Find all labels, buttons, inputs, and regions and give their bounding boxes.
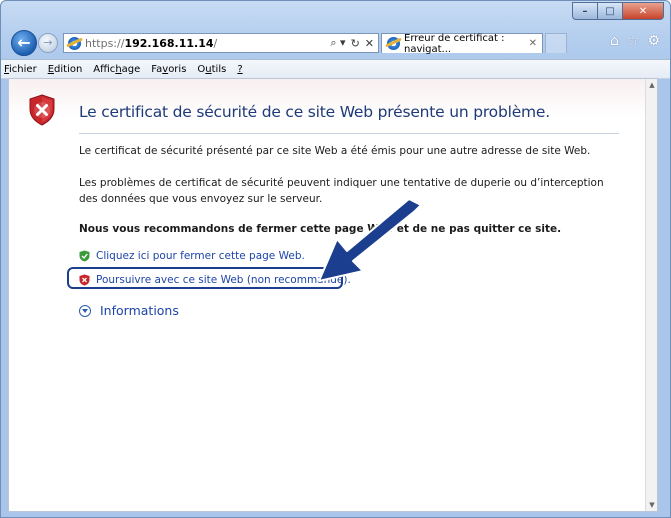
shield-ok-icon: [79, 250, 90, 262]
shield-warning-icon: [79, 274, 90, 286]
navigation-bar: ← → https://192.168.11.14/ ⌕ ▾ ↻ ✕ Erreu…: [1, 23, 670, 59]
minimize-button[interactable]: –: [572, 2, 598, 20]
menu-edition[interactable]: Edition: [43, 64, 89, 75]
error-description: Le certificat de sécurité présenté par c…: [79, 145, 591, 157]
tab-close-icon[interactable]: ✕: [529, 38, 537, 49]
forward-button[interactable]: →: [38, 33, 58, 53]
favorites-star-icon[interactable]: ☆: [627, 33, 640, 49]
toolbar-icons: ⌂ ☆ ⚙: [610, 33, 660, 49]
address-bar[interactable]: https://192.168.11.14/ ⌕ ▾ ↻ ✕: [63, 33, 379, 53]
vertical-scrollbar[interactable]: ▲ ▼: [645, 79, 657, 511]
menu-outils[interactable]: Outils: [192, 64, 232, 75]
back-button[interactable]: ←: [11, 30, 37, 56]
tab-certificate-error[interactable]: Erreur de certificat : navigat... ✕: [381, 32, 543, 55]
divider: [79, 133, 619, 134]
informations-expander[interactable]: Informations: [79, 303, 179, 318]
home-icon[interactable]: ⌂: [610, 33, 619, 49]
new-tab-button[interactable]: [545, 33, 567, 53]
menu-favoris[interactable]: Favoris: [146, 64, 192, 75]
page-content: Le certificat de sécurité de ce site Web…: [8, 78, 658, 512]
tab-title: Erreur de certificat : navigat...: [404, 32, 505, 55]
gear-icon[interactable]: ⚙: [647, 33, 660, 49]
ie-page-icon: [68, 36, 81, 50]
close-window-button[interactable]: ✕: [623, 2, 664, 20]
address-tools: ⌕ ▾ ↻ ✕: [330, 36, 378, 50]
menu-affichage[interactable]: Affichage: [88, 64, 146, 75]
window-controls: – □ ✕: [572, 2, 664, 20]
continue-site-link[interactable]: Poursuivre avec ce site Web (non recomma…: [79, 274, 351, 286]
menu-fichier[interactable]: Fichier: [1, 64, 43, 75]
maximize-button[interactable]: □: [598, 2, 623, 20]
pointer-arrow-icon: [318, 199, 422, 282]
close-page-link[interactable]: Cliquez ici pour fermer cette page Web.: [79, 250, 305, 262]
url-scheme: https://: [85, 36, 125, 50]
expand-chevron-icon: [79, 304, 91, 317]
page-title: Le certificat de sécurité de ce site Web…: [79, 103, 550, 121]
scroll-down-icon[interactable]: ▼: [646, 501, 657, 509]
scroll-up-icon[interactable]: ▲: [646, 81, 657, 89]
shield-error-icon: [29, 94, 55, 126]
url-host: 192.168.11.14: [124, 36, 214, 50]
menu-help[interactable]: ?: [232, 64, 248, 75]
refresh-icon[interactable]: ↻: [351, 37, 360, 50]
ie-tab-icon: [387, 37, 400, 50]
menu-bar: Fichier Edition Affichage Favoris Outils…: [1, 59, 670, 79]
url-path: /: [213, 36, 218, 50]
stop-icon[interactable]: ✕: [365, 37, 374, 50]
search-icon[interactable]: ⌕ ▾: [330, 36, 345, 50]
browser-window: – □ ✕ ← → https://192.168.11.14/ ⌕ ▾ ↻ ✕…: [0, 0, 671, 518]
